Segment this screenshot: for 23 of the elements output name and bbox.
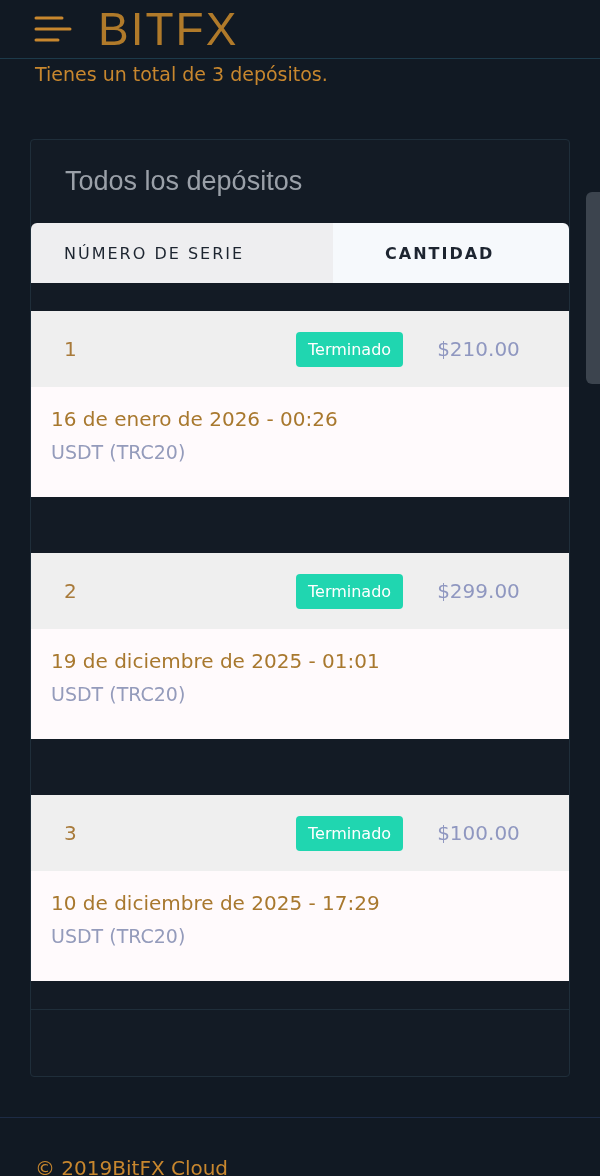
serial-number: 2 [64, 579, 78, 603]
amount: $210.00 [437, 337, 520, 361]
deposit-date: 10 de diciembre de 2025 - 17:29 [51, 891, 381, 915]
payment-method: USDT (TRC20) [51, 683, 187, 705]
copyright-text: © 2019BitFX Cloud [0, 1117, 600, 1176]
amount: $299.00 [437, 579, 520, 603]
logo: BITFX [98, 6, 239, 52]
deposit-date: 16 de enero de 2026 - 00:26 [51, 407, 339, 431]
intro-text: Tienes un total de 3 depósitos. [34, 62, 329, 87]
payment-method: USDT (TRC20) [51, 925, 187, 947]
payment-method: USDT (TRC20) [51, 441, 187, 463]
deposit-date: 19 de diciembre de 2025 - 01:01 [51, 649, 381, 673]
status-badge: Terminado [296, 331, 404, 367]
serial-number: 3 [64, 821, 78, 845]
status-badge: Terminado [296, 815, 404, 851]
amount: $100.00 [437, 821, 520, 845]
column-header[interactable]: CANTIDAD [333, 223, 569, 283]
menu-icon[interactable] [34, 15, 72, 43]
status-badge: Terminado [296, 573, 404, 609]
card-title: Todos los depósitos [64, 165, 304, 198]
serial-number: 1 [64, 337, 78, 361]
column-header[interactable]: NÚMERO DE SERIE [31, 223, 333, 283]
scrollbar[interactable] [586, 192, 600, 384]
